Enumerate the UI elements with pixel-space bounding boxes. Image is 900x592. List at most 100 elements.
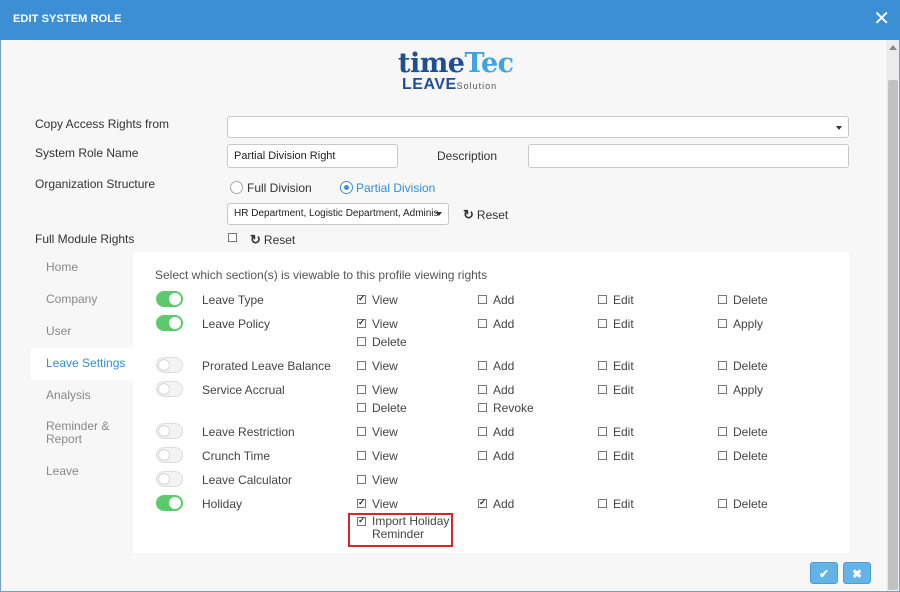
- toggle-crunch-time[interactable]: [156, 447, 183, 463]
- logo-leave: LEAVE: [402, 76, 457, 93]
- checkbox-leave-policy-delete[interactable]: [357, 337, 366, 346]
- logo-solution: Solution: [456, 81, 498, 91]
- toggle-prorated-leave-balance[interactable]: [156, 357, 183, 373]
- checkbox-leave-type-view[interactable]: [357, 293, 366, 304]
- full-division-label[interactable]: Full Division: [247, 181, 312, 195]
- dialog-title: EDIT SYSTEM ROLE: [13, 13, 122, 25]
- copy-access-label: Copy Access Rights from: [35, 117, 170, 131]
- checkbox-service-accrual-add[interactable]: [478, 385, 487, 394]
- toggle-leave-policy[interactable]: [156, 315, 183, 331]
- checkbox-leave-policy-view[interactable]: [357, 317, 366, 328]
- perm-label-edit: Edit: [613, 383, 634, 397]
- checkbox-crunch-time-delete[interactable]: [718, 451, 727, 460]
- reset-icon: ↻: [250, 232, 261, 247]
- checkbox-service-accrual-apply[interactable]: [718, 385, 727, 394]
- checkbox-service-accrual-revoke[interactable]: [478, 403, 487, 412]
- sidebar-item-analysis[interactable]: Analysis: [31, 380, 133, 412]
- sidebar-item-leave-settings[interactable]: Leave Settings: [31, 348, 133, 380]
- copy-access-select[interactable]: [227, 116, 849, 138]
- perm-label-view: View: [372, 449, 398, 463]
- checkbox-crunch-time-add[interactable]: [478, 451, 487, 460]
- perm-label-apply: Apply: [733, 317, 764, 331]
- perm-label-add: Add: [493, 317, 515, 331]
- checkbox-prorated-leave-balance-delete[interactable]: [718, 361, 727, 370]
- checkbox-leave-restriction-add[interactable]: [478, 427, 487, 436]
- scrollbar[interactable]: [886, 40, 899, 591]
- perm-label-view: View: [372, 359, 398, 373]
- toggle-knob: [158, 473, 170, 485]
- perm-label-edit: Edit: [613, 317, 634, 331]
- confirm-button[interactable]: ✔: [810, 562, 838, 584]
- checkbox-prorated-leave-balance-add[interactable]: [478, 361, 487, 370]
- toggle-leave-type[interactable]: [156, 291, 183, 307]
- logo-time: time: [398, 48, 465, 79]
- perm-label-add: Add: [493, 497, 515, 511]
- checkbox-leave-type-edit[interactable]: [598, 295, 607, 304]
- toggle-service-accrual[interactable]: [156, 381, 183, 397]
- perm-label-delete: Delete: [733, 359, 768, 373]
- checkbox-prorated-leave-balance-edit[interactable]: [598, 361, 607, 370]
- toggle-leave-restriction[interactable]: [156, 423, 183, 439]
- description-input[interactable]: [528, 144, 849, 168]
- checkbox-leave-restriction-view[interactable]: [357, 427, 366, 436]
- perm-label-view: View: [372, 383, 398, 397]
- sidebar-item-leave[interactable]: Leave: [31, 456, 133, 488]
- checkbox-holiday-add[interactable]: [478, 497, 487, 508]
- checkbox-service-accrual-view[interactable]: [357, 385, 366, 394]
- department-reset[interactable]: ↻ Reset: [463, 207, 508, 223]
- checkbox-holiday-view[interactable]: [357, 497, 366, 508]
- department-select[interactable]: HR Department, Logistic Department, Admi…: [227, 203, 449, 225]
- checkbox-leave-restriction-edit[interactable]: [598, 427, 607, 436]
- full-division-radio[interactable]: [230, 181, 243, 194]
- titlebar: EDIT SYSTEM ROLE ✕: [0, 0, 900, 40]
- checkbox-crunch-time-edit[interactable]: [598, 451, 607, 460]
- close-icon[interactable]: ✕: [873, 9, 890, 29]
- copy-access-caret-icon[interactable]: [836, 126, 842, 130]
- description-label: Description: [437, 149, 498, 163]
- checkbox-prorated-leave-balance-view[interactable]: [357, 361, 366, 370]
- checkbox-holiday-delete[interactable]: [718, 499, 727, 508]
- checkbox-service-accrual-delete[interactable]: [357, 403, 366, 412]
- perm-label-view: View: [372, 473, 398, 487]
- toggle-knob: [158, 383, 170, 395]
- sidebar-item-reminder-report[interactable]: Reminder & Report: [31, 412, 133, 452]
- sidebar-item-company[interactable]: Company: [31, 284, 133, 316]
- full-module-checkbox[interactable]: [228, 233, 237, 242]
- toggle-leave-calculator[interactable]: [156, 471, 183, 487]
- full-module-reset[interactable]: ↻ Reset: [250, 232, 295, 248]
- checkbox-leave-type-add[interactable]: [478, 295, 487, 304]
- role-name-input[interactable]: Partial Division Right: [227, 144, 398, 168]
- checkbox-holiday-edit[interactable]: [598, 499, 607, 508]
- row-label-leave-restriction: Leave Restriction: [202, 425, 295, 439]
- checkbox-crunch-time-view[interactable]: [357, 451, 366, 460]
- row-label-leave-policy: Leave Policy: [202, 317, 271, 331]
- checkbox-leave-policy-edit[interactable]: [598, 319, 607, 328]
- toggle-knob: [158, 449, 170, 461]
- reset-label: Reset: [476, 208, 509, 222]
- checkbox-leave-restriction-delete[interactable]: [718, 427, 727, 436]
- row-label-crunch-time: Crunch Time: [202, 449, 271, 463]
- sidebar-item-user[interactable]: User: [31, 316, 133, 348]
- perm-label-view: View: [372, 317, 398, 331]
- perm-label-edit: Edit: [613, 293, 634, 307]
- toggle-holiday[interactable]: [156, 495, 183, 511]
- checkbox-leave-calculator-view[interactable]: [357, 475, 366, 484]
- cancel-button[interactable]: ✖: [843, 562, 871, 584]
- checkbox-leave-policy-apply[interactable]: [718, 319, 727, 328]
- department-caret-icon[interactable]: [436, 212, 442, 216]
- row-label-leave-calculator: Leave Calculator: [202, 473, 293, 487]
- scroll-up-icon[interactable]: [889, 45, 897, 50]
- checkbox-leave-type-delete[interactable]: [718, 295, 727, 304]
- sidebar-item-home[interactable]: Home: [31, 252, 133, 284]
- checkbox-leave-policy-add[interactable]: [478, 319, 487, 328]
- perm-label-view: View: [372, 425, 398, 439]
- perm-label-view: View: [372, 497, 398, 511]
- scrollbar-thumb[interactable]: [888, 80, 898, 590]
- panel-heading: Select which section(s) is viewable to t…: [155, 268, 488, 282]
- checkbox-service-accrual-edit[interactable]: [598, 385, 607, 394]
- row-label-leave-type: Leave Type: [202, 293, 264, 307]
- perm-label-revoke: Revoke: [493, 401, 534, 415]
- perm-label-apply: Apply: [733, 383, 764, 397]
- partial-division-radio[interactable]: [340, 181, 353, 194]
- partial-division-label[interactable]: Partial Division: [356, 181, 435, 195]
